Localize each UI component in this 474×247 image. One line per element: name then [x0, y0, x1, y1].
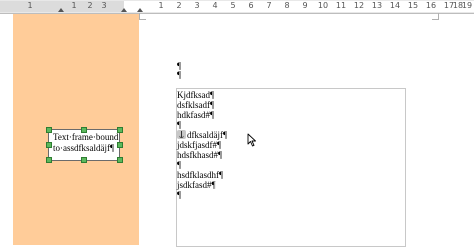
- resize-handle-bottom-left[interactable]: [46, 157, 52, 163]
- ruler-number: 2: [176, 1, 182, 10]
- text-boundary-corner: [139, 13, 146, 20]
- text-line[interactable]: hdsfkhasd#¶: [177, 150, 222, 160]
- resize-handle-right[interactable]: [117, 142, 123, 148]
- text-line[interactable]: hsdfklasdhf¶: [177, 170, 223, 180]
- ruler-number: 4: [212, 1, 218, 10]
- indent-marker[interactable]: [121, 8, 127, 12]
- ruler-number: 15: [407, 1, 419, 10]
- text-line[interactable]: jsdkfasd#¶: [177, 180, 216, 190]
- resize-handle-top-left[interactable]: [46, 127, 52, 133]
- resize-handle-top[interactable]: [81, 127, 87, 133]
- tab-stop-marker[interactable]: [58, 8, 64, 12]
- text-line: dfksaldäjf¶: [187, 130, 228, 140]
- ruler-number: 1: [158, 1, 164, 10]
- text-line[interactable]: jdskfjasdf#¶: [177, 140, 221, 150]
- ruler-number: 14: [389, 1, 401, 10]
- text-frame-line: to·assdfksaldäjf¶: [53, 143, 115, 153]
- text-frame[interactable]: Kjdfksad¶ dsfklsadf¶ hdkfasd#¶ ¶ dfksald…: [176, 88, 406, 247]
- ruler-number: 6: [248, 1, 254, 10]
- anchor-icon[interactable]: [177, 130, 186, 139]
- ruler-number: 9: [302, 1, 308, 10]
- horizontal-ruler[interactable]: 1 1 2 3 1 2 3 4 5 6 7 8 9 10 11 12 13 14…: [0, 0, 474, 14]
- text-line[interactable]: hdkfasd#¶: [177, 110, 214, 120]
- text-line[interactable]: ¶: [177, 160, 181, 170]
- text-boundary-corner: [432, 13, 439, 20]
- ruler-number: 5: [230, 1, 236, 10]
- ruler-number: 8: [284, 1, 290, 10]
- ruler-number: 3: [101, 1, 107, 10]
- text-line[interactable]: dsfklsadf¶: [177, 100, 214, 110]
- ruler-number: 3: [194, 1, 200, 10]
- ruler-number: 16: [425, 1, 437, 10]
- text-line-with-anchor[interactable]: dfksaldäjf¶: [177, 130, 227, 140]
- text-line[interactable]: ¶: [177, 190, 181, 200]
- resize-handle-top-right[interactable]: [117, 127, 123, 133]
- paragraph-mark[interactable]: ¶: [177, 70, 181, 80]
- ruler-number: 13: [371, 1, 383, 10]
- mouse-pointer-icon: [247, 133, 256, 147]
- ruler-number: 7: [266, 1, 272, 10]
- ruler-number: 19: [461, 1, 473, 10]
- text-frame-content[interactable]: Text·frame·bound to·assdfksaldäjf¶: [53, 132, 118, 154]
- page-gutter: [0, 14, 13, 245]
- text-line[interactable]: Kjdfksad¶: [177, 90, 214, 100]
- text-line[interactable]: ¶: [177, 120, 181, 130]
- resize-handle-left[interactable]: [46, 142, 52, 148]
- ruler-number: 10: [317, 1, 329, 10]
- resize-handle-bottom-right[interactable]: [117, 157, 123, 163]
- ruler-number: 12: [353, 1, 365, 10]
- ruler-number: 2: [87, 1, 93, 10]
- ruler-number: 1: [27, 1, 33, 10]
- tab-stop-marker[interactable]: [137, 8, 143, 12]
- ruler-number: 1: [71, 1, 77, 10]
- ruler-number: 11: [335, 1, 347, 10]
- text-frame-line: Text·frame·bound: [53, 132, 119, 142]
- resize-handle-bottom[interactable]: [81, 157, 87, 163]
